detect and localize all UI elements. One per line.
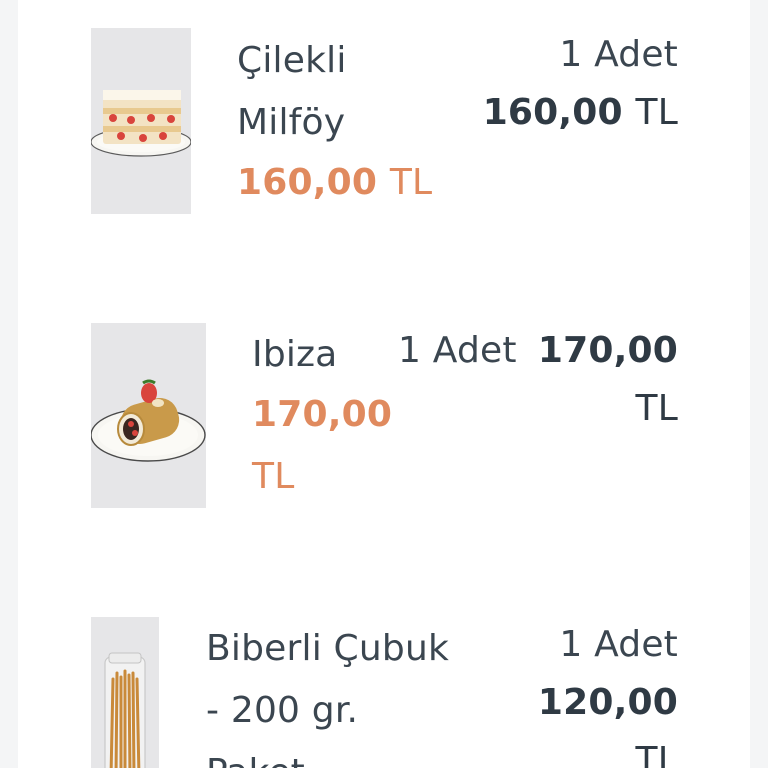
product-name-line: Milföy xyxy=(237,102,346,143)
total-price-value: 160,00 xyxy=(482,92,623,133)
strawberry-millefeuille-icon xyxy=(91,28,191,214)
product-name-line: Ibiza xyxy=(252,334,338,375)
total-price-currency: TL xyxy=(635,92,678,133)
breadsticks-jar-icon xyxy=(91,617,159,768)
quantity-label: 1 Adet xyxy=(398,330,517,371)
quantity-label: 1 Adet xyxy=(559,34,678,75)
unit-price: 160,00 TL xyxy=(237,152,432,214)
product-name-line: Biberli Çubuk xyxy=(206,628,450,669)
roll-cake-icon xyxy=(91,323,206,508)
total-price-value: 120,00 xyxy=(537,682,678,723)
cart-item[interactable]: Biberli Çubuk - 200 gr. Paket 1 Adet 120… xyxy=(18,600,750,768)
cart-item[interactable]: Çilekli Milföy 160,00 TL 1 Adet 160,00 T… xyxy=(18,0,750,260)
total-price-currency: TL xyxy=(636,378,678,440)
currency-label: TL xyxy=(635,388,678,429)
currency-label: TL xyxy=(635,740,678,768)
cart-items-panel: Çilekli Milföy 160,00 TL 1 Adet 160,00 T… xyxy=(18,0,750,768)
total-price-currency: TL xyxy=(636,730,678,768)
currency-label: TL xyxy=(252,456,295,497)
product-name-line: Paket xyxy=(206,742,305,768)
total-price-value: 170,00 xyxy=(537,330,678,371)
unit-price-value: 160,00 xyxy=(237,162,378,203)
quantity-label: 1 Adet xyxy=(559,624,678,665)
product-thumbnail[interactable] xyxy=(91,28,191,214)
product-thumbnail[interactable] xyxy=(91,617,159,768)
product-name-line: Çilekli xyxy=(237,40,347,81)
unit-price-currency: TL xyxy=(252,446,294,508)
unit-price-value: 170,00 xyxy=(252,394,393,435)
product-thumbnail[interactable] xyxy=(91,323,206,508)
cart-item[interactable]: Ibiza 170,00 TL 1 Adet 170,00 TL xyxy=(18,300,750,540)
total-price: 160,00 TL xyxy=(483,82,678,144)
unit-price-currency: TL xyxy=(389,162,433,203)
product-name-line: - 200 gr. xyxy=(206,690,359,731)
